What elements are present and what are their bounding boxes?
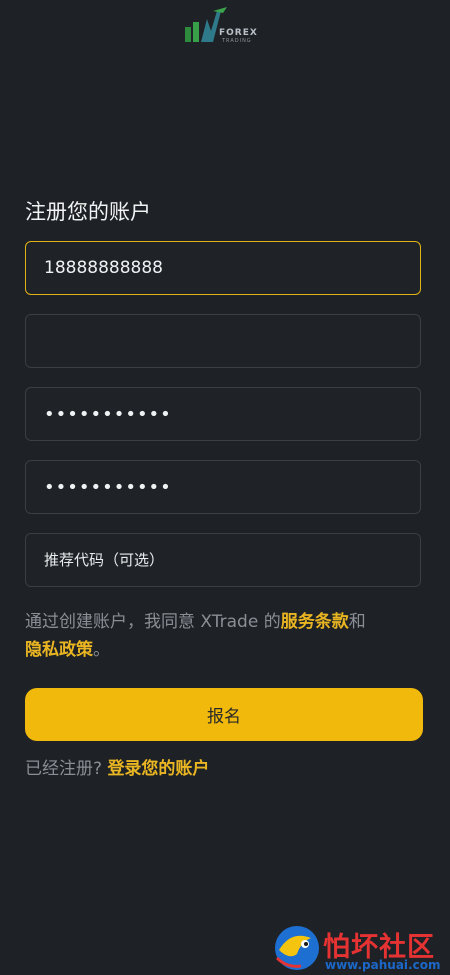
terms-text: 通过创建账户，我同意 XTrade 的服务条款和隐私政策。 <box>25 608 425 664</box>
page-title: 注册您的账户 <box>25 200 151 224</box>
logo-text-forex: FOREX <box>219 28 258 38</box>
terms-and: 和 <box>348 612 366 632</box>
referral-code-field[interactable] <box>25 533 421 587</box>
confirm-password-field[interactable] <box>25 460 421 514</box>
phone-field[interactable] <box>25 241 421 295</box>
already-registered-row: 已经注册? 登录您的账户 <box>25 754 209 779</box>
logo-text-trading: TRADING <box>222 38 252 44</box>
verification-code-input[interactable] <box>44 331 402 351</box>
password-input[interactable] <box>44 403 402 425</box>
watermark-url: www.pahuai.com <box>325 958 441 972</box>
terms-prefix: 通过创建账户，我同意 XTrade 的 <box>25 612 281 632</box>
already-registered-text: 已经注册? <box>25 759 103 779</box>
referral-code-input[interactable] <box>44 551 402 569</box>
phone-input[interactable] <box>44 258 402 278</box>
password-field[interactable] <box>25 387 421 441</box>
confirm-password-input[interactable] <box>44 476 402 498</box>
privacy-policy-link[interactable]: 隐私政策 <box>25 640 93 660</box>
watermark-logo-icon <box>275 926 319 970</box>
terms-of-service-link[interactable]: 服务条款 <box>281 612 349 632</box>
terms-suffix: 。 <box>93 640 110 660</box>
verification-code-field[interactable] <box>25 314 421 368</box>
login-link[interactable]: 登录您的账户 <box>107 759 209 779</box>
signup-button[interactable]: 报名 <box>25 688 423 741</box>
